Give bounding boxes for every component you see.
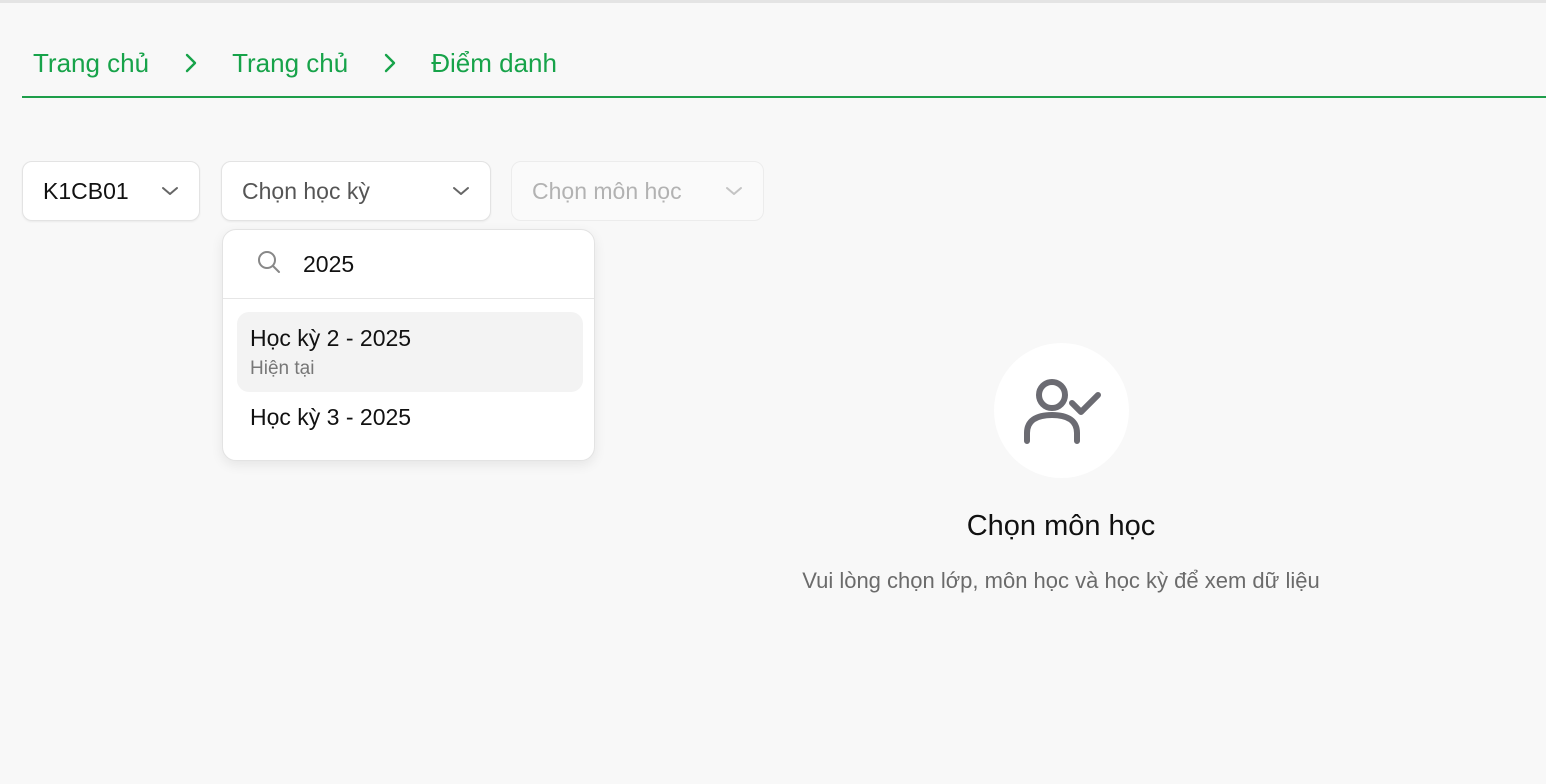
breadcrumb: Trang chủ Trang chủ Điểm danh — [22, 40, 1546, 98]
chevron-down-icon — [452, 186, 470, 196]
search-icon — [257, 250, 281, 279]
chevron-right-icon — [368, 53, 412, 73]
subject-select-placeholder: Chọn môn học — [532, 177, 682, 204]
breadcrumb-item-attendance[interactable]: Điểm danh — [431, 48, 557, 79]
breadcrumb-item-home[interactable]: Trang chủ — [33, 48, 149, 79]
class-select-value: K1CB01 — [43, 177, 129, 204]
term-option[interactable]: Học kỳ 3 - 2025 — [237, 404, 583, 440]
term-select[interactable]: Chọn học kỳ — [221, 161, 491, 221]
chevron-down-icon — [725, 186, 743, 196]
class-select[interactable]: K1CB01 — [22, 161, 200, 221]
empty-state-title: Chọn môn học — [966, 510, 1156, 542]
term-option-sublabel: Hiện tại — [250, 358, 315, 379]
term-search-input[interactable] — [301, 249, 545, 279]
term-search — [223, 230, 594, 299]
term-option-label: Học kỳ 2 - 2025 — [250, 325, 412, 351]
subject-select[interactable]: Chọn môn học — [511, 161, 764, 221]
term-option-label: Học kỳ 3 - 2025 — [250, 404, 412, 430]
breadcrumb-item-home-2[interactable]: Trang chủ — [232, 48, 348, 79]
term-option[interactable]: Học kỳ 2 - 2025 Hiện tại — [237, 312, 583, 392]
top-border — [0, 0, 1546, 3]
chevron-right-icon — [169, 53, 213, 73]
term-select-placeholder: Chọn học kỳ — [242, 177, 370, 204]
user-check-icon — [994, 343, 1129, 478]
chevron-down-icon — [161, 186, 179, 196]
empty-state-description: Vui lòng chọn lớp, môn học và học kỳ để … — [802, 568, 1320, 593]
term-dropdown: Học kỳ 2 - 2025 Hiện tại Học kỳ 3 - 2025 — [222, 229, 595, 461]
